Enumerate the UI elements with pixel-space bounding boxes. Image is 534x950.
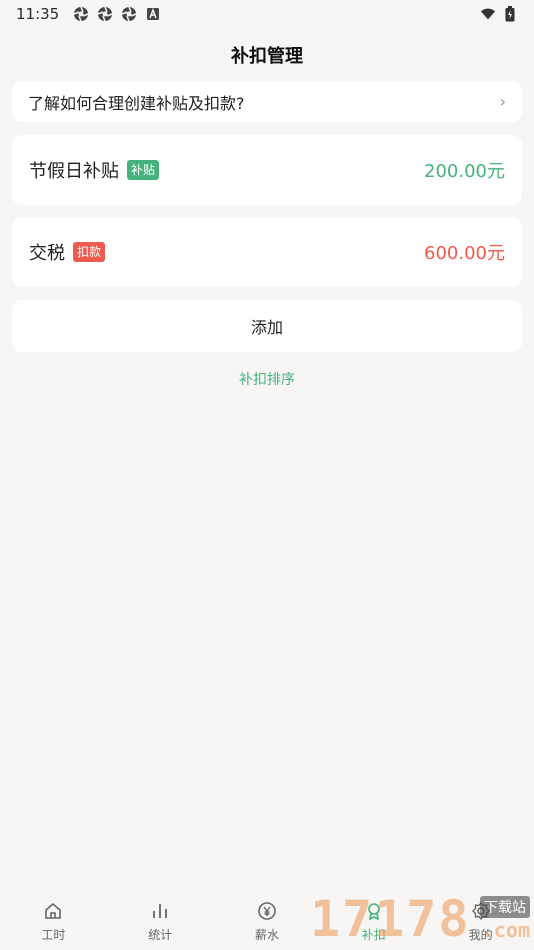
watermark-top: 下载站 — [480, 896, 530, 918]
help-link-card[interactable]: 了解如何合理创建补贴及扣款? › — [12, 81, 522, 122]
sort-link[interactable]: 补扣排序 — [0, 369, 534, 389]
item-name: 交税 — [29, 243, 65, 264]
help-text: 了解如何合理创建补贴及扣款? — [28, 93, 245, 113]
tab-worktime[interactable]: 工时 — [0, 889, 107, 950]
yuan-icon — [255, 899, 279, 923]
tab-stats[interactable]: 统计 — [107, 889, 214, 950]
tab-label: 薪水 — [254, 928, 279, 942]
status-notification-icons — [73, 6, 161, 22]
site-watermark: 17178 下载站 .com — [310, 888, 534, 950]
watermark-number: 17178 — [310, 890, 471, 948]
tab-salary[interactable]: 薪水 — [214, 889, 321, 950]
chevron-right-icon: › — [499, 92, 506, 111]
watermark-bottom: .com — [481, 918, 530, 942]
a-box-icon — [145, 6, 161, 22]
subsidy-item-card[interactable]: 节假日补贴 补贴 200.00元 — [12, 135, 522, 205]
aperture-icon — [121, 6, 137, 22]
tab-label: 统计 — [148, 928, 173, 942]
tab-label: 工时 — [41, 928, 66, 942]
subsidy-tag: 补贴 — [127, 160, 160, 180]
deduction-item-card[interactable]: 交税 扣款 600.00元 — [12, 217, 522, 287]
wifi-icon — [480, 6, 496, 22]
bar-chart-icon — [148, 899, 172, 923]
add-button[interactable]: 添加 — [12, 300, 522, 352]
aperture-icon — [97, 6, 113, 22]
home-icon — [41, 899, 65, 923]
status-bar: 11:35 — [0, 0, 534, 28]
watermark-side: 下载站 .com — [480, 896, 534, 942]
deduction-tag: 扣款 — [73, 242, 106, 262]
status-time: 11:35 — [16, 5, 60, 23]
aperture-icon — [73, 6, 89, 22]
item-amount: 200.00元 — [424, 161, 505, 182]
status-system-icons — [480, 6, 518, 22]
page-title: 补扣管理 — [231, 46, 303, 67]
item-name: 节假日补贴 — [29, 161, 119, 182]
item-amount: 600.00元 — [424, 243, 505, 264]
battery-icon — [502, 6, 518, 22]
